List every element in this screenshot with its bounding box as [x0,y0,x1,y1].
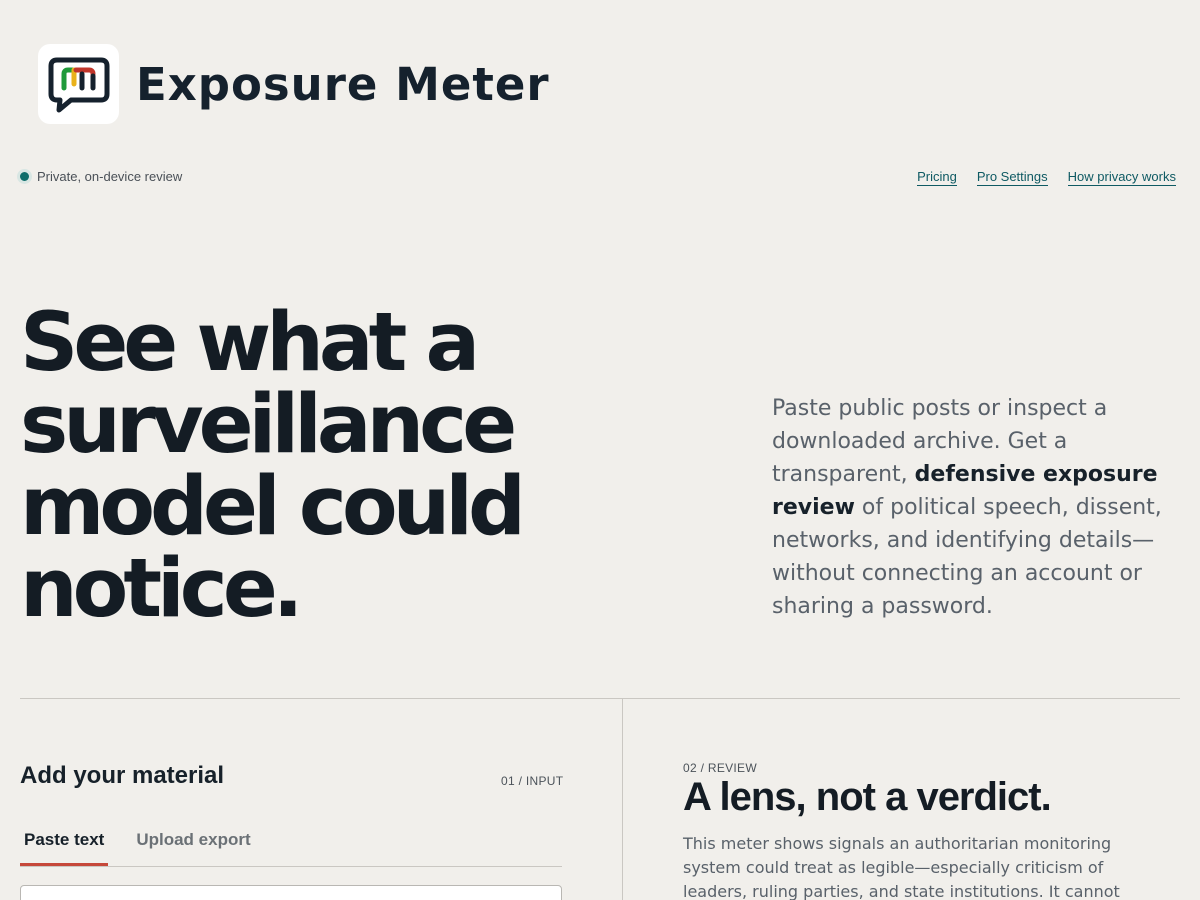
review-panel-title: A lens, not a verdict. [683,775,1052,819]
review-panel-body: This meter shows signals an authoritaria… [683,834,1120,900]
hero-title: See what a surveillance model could noti… [20,296,526,636]
top-nav: Pricing Pro Settings How privacy works [917,169,1176,186]
input-tabs: Paste text Upload export [20,828,562,867]
input-panel-title: Add your material [20,762,225,789]
hero-description: Paste public posts or inspect a download… [772,392,1172,623]
nav-link-pro-settings[interactable]: Pro Settings [976,169,1048,186]
privacy-status: Private, on-device review [19,169,182,184]
section-divider [20,698,1180,699]
status-dot-icon [20,172,29,181]
review-step-label: 02 / REVIEW [683,761,757,775]
paste-text-input[interactable] [20,885,562,900]
page: Exposure Meter Private, on-device review… [0,0,1200,900]
brand-name: Exposure Meter [136,57,550,111]
brand-header: Exposure Meter [38,44,550,124]
input-step-label: 01 / INPUT [501,774,564,788]
speech-bubble-meter-icon [38,44,119,124]
column-divider [622,698,623,900]
tab-paste-text[interactable]: Paste text [20,828,109,866]
nav-link-pricing[interactable]: Pricing [917,169,957,186]
nav-link-privacy[interactable]: How privacy works [1067,169,1176,186]
tab-upload-export[interactable]: Upload export [132,828,254,866]
status-text: Private, on-device review [37,169,183,184]
